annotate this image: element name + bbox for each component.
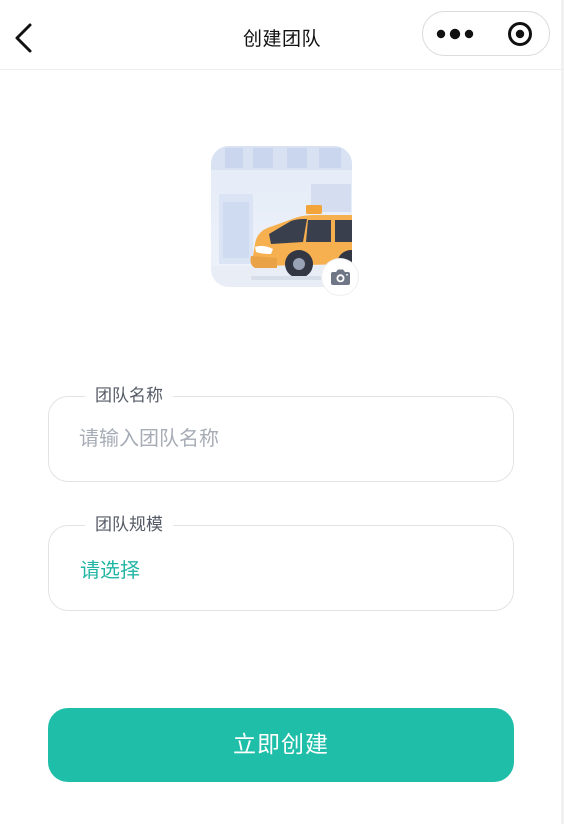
team-name-label: 团队名称	[85, 383, 173, 409]
target-circle-icon	[508, 22, 532, 46]
mini-program-capsule	[422, 11, 550, 56]
team-size-field[interactable]: 团队规模 请选择	[48, 512, 514, 611]
change-avatar-button[interactable]	[322, 259, 358, 295]
team-size-select[interactable]: 请选择	[80, 554, 140, 583]
team-name-field[interactable]: 团队名称	[48, 383, 514, 482]
team-avatar-upload[interactable]	[211, 146, 358, 295]
more-button[interactable]	[423, 12, 487, 55]
create-team-page: 创建团队 团队名称 请输入团队名称 团队规模 请选择 立即创建	[0, 0, 564, 824]
create-team-button[interactable]: 立即创建	[48, 708, 514, 782]
team-name-input[interactable]	[79, 423, 479, 453]
navigation-bar: 创建团队	[0, 0, 564, 70]
close-mini-program-button[interactable]	[487, 12, 549, 55]
more-dots-icon	[436, 28, 474, 40]
team-size-label: 团队规模	[85, 512, 173, 538]
camera-icon	[331, 269, 350, 285]
